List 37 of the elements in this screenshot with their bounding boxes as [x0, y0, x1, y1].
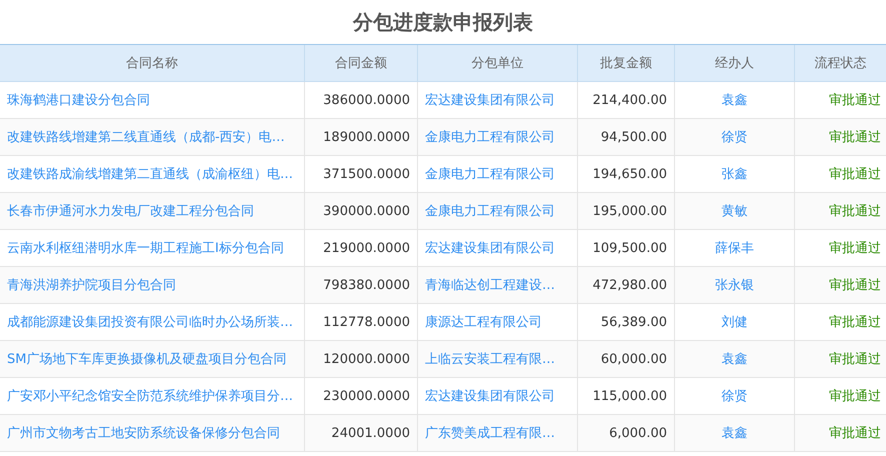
approved-amount-cell: 94,500.00: [578, 119, 675, 156]
contract-amount-cell: 24001.0000: [305, 415, 418, 452]
subcontractor-cell[interactable]: 青海临达创工程建设…: [418, 267, 578, 304]
status-cell: 审批通过: [795, 341, 886, 378]
contract-amount-cell: 798380.0000: [305, 267, 418, 304]
handler-cell[interactable]: 袁鑫: [675, 341, 795, 378]
contract-name-cell[interactable]: 青海洪湖养护院项目分包合同: [0, 267, 305, 304]
approved-amount-cell: 472,980.00: [578, 267, 675, 304]
contract-amount-cell: 390000.0000: [305, 193, 418, 230]
approved-amount-cell: 6,000.00: [578, 415, 675, 452]
handler-cell[interactable]: 黄敏: [675, 193, 795, 230]
subcontractor-cell[interactable]: 上临云安装工程有限…: [418, 341, 578, 378]
column-header: 分包单位: [418, 45, 578, 82]
subcontractor-cell[interactable]: 金康电力工程有限公司: [418, 193, 578, 230]
handler-cell[interactable]: 徐贤: [675, 119, 795, 156]
contract-name-cell[interactable]: 改建铁路线增建第二线直通线（成都-西安）电…: [0, 119, 305, 156]
contract-name-cell[interactable]: 广州市文物考古工地安防系统设备保修分包合同: [0, 415, 305, 452]
contract-amount-cell: 189000.0000: [305, 119, 418, 156]
column-header: 合同金额: [305, 45, 418, 82]
contract-name-cell[interactable]: SM广场地下车库更换摄像机及硬盘项目分包合同: [0, 341, 305, 378]
approved-amount-cell: 60,000.00: [578, 341, 675, 378]
contract-name-cell[interactable]: 长春市伊通河水力发电厂改建工程分包合同: [0, 193, 305, 230]
approved-amount-cell: 195,000.00: [578, 193, 675, 230]
column-header: 批复金额: [578, 45, 675, 82]
handler-cell[interactable]: 袁鑫: [675, 415, 795, 452]
status-cell: 审批通过: [795, 119, 886, 156]
status-cell: 审批通过: [795, 415, 886, 452]
handler-cell[interactable]: 张永银: [675, 267, 795, 304]
column-header: 流程状态: [795, 45, 886, 82]
page-title: 分包进度款申报列表: [353, 8, 533, 36]
subcontractor-cell[interactable]: 广东赞美成工程有限…: [418, 415, 578, 452]
subcontractor-cell[interactable]: 金康电力工程有限公司: [418, 119, 578, 156]
column-header: 合同名称: [0, 45, 305, 82]
column-header: 经办人: [675, 45, 795, 82]
contract-amount-cell: 120000.0000: [305, 341, 418, 378]
status-cell: 审批通过: [795, 267, 886, 304]
status-cell: 审批通过: [795, 193, 886, 230]
